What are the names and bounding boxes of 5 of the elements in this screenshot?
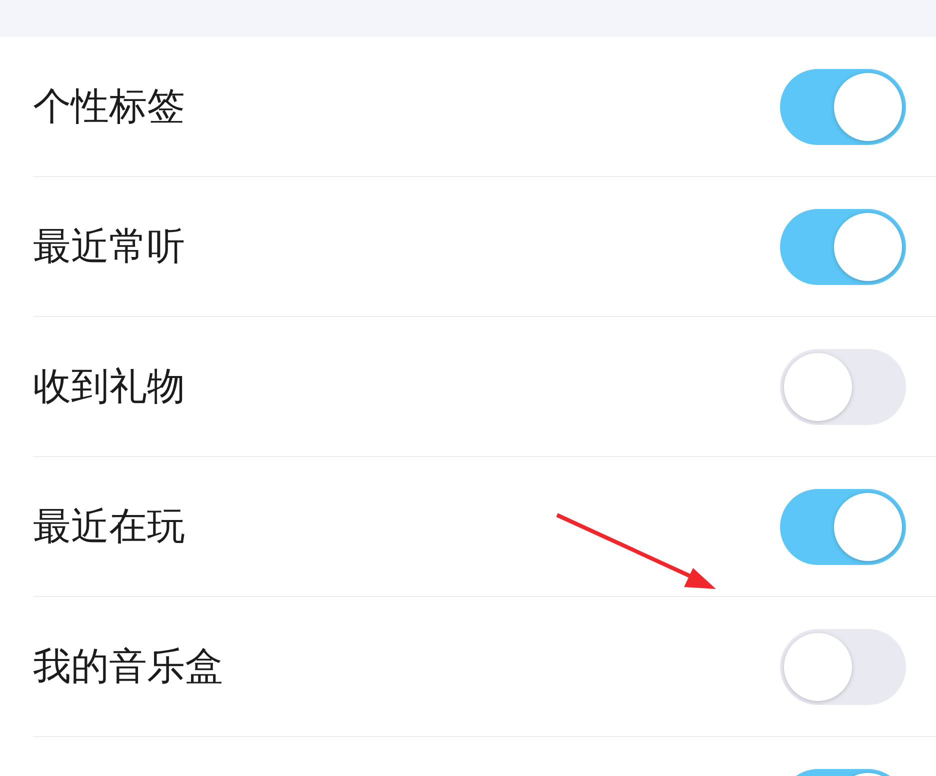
setting-label: 个性标签 bbox=[33, 83, 185, 130]
setting-label: 收到礼物 bbox=[33, 363, 185, 410]
setting-label: 最近常听 bbox=[33, 223, 185, 270]
setting-label: 最近在玩 bbox=[33, 503, 185, 550]
setting-label: 我的音乐盒 bbox=[33, 643, 223, 690]
